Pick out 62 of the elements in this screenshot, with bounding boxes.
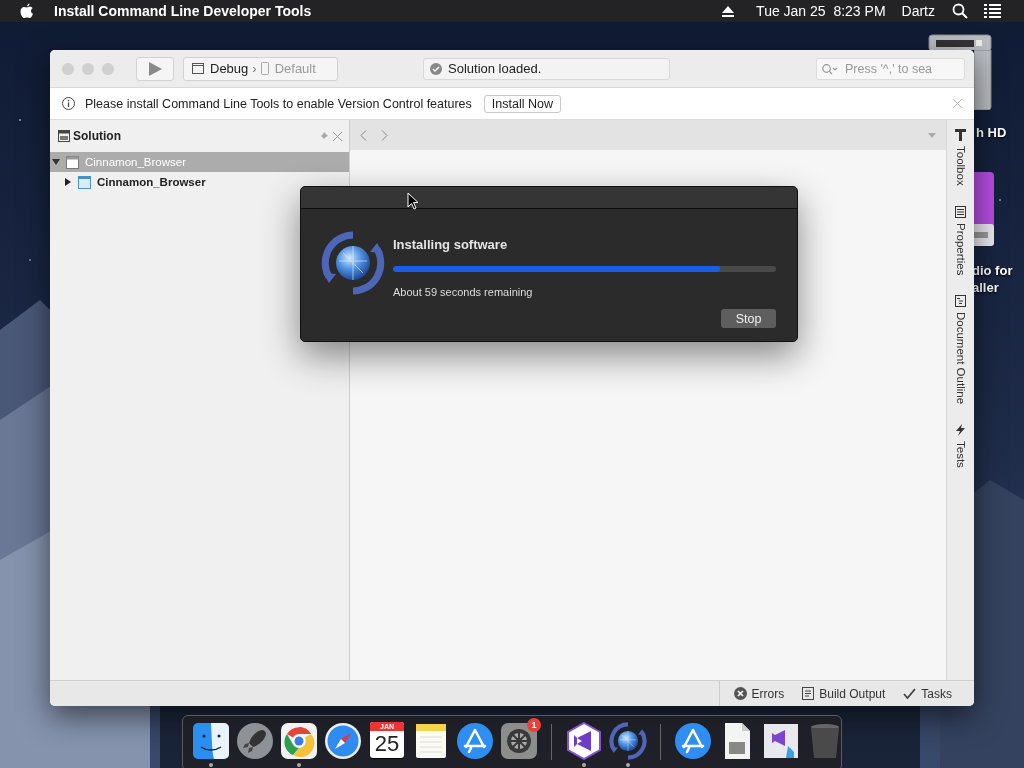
play-icon — [148, 61, 162, 76]
info-message: Please install Command Line Tools to enable Version Control features — [85, 96, 472, 111]
calendar-day: 25 — [374, 731, 400, 757]
rocket-icon[interactable] — [236, 722, 274, 760]
lightning-icon — [956, 424, 965, 437]
side-tab[interactable]: Toolbox — [954, 129, 967, 186]
search-field[interactable]: Press '^,' to sea — [816, 57, 965, 80]
app-store-icon[interactable] — [674, 722, 712, 760]
phone-icon — [260, 62, 269, 75]
outline-icon — [955, 295, 966, 308]
pad-title: Solution — [73, 129, 121, 143]
disk-edge-icon[interactable] — [974, 50, 992, 110]
search-icon[interactable] — [952, 3, 968, 19]
eject-icon[interactable] — [722, 5, 735, 17]
close-icon — [953, 99, 962, 108]
user-name[interactable]: Dartz — [901, 3, 935, 19]
dialog-title: Installing software — [393, 237, 509, 252]
document-lines-icon — [802, 687, 815, 700]
menu-clock[interactable]: Tue Jan 25 8:23 PM — [756, 3, 886, 19]
search-icon — [822, 63, 838, 75]
side-tab[interactable]: Properties — [954, 205, 967, 276]
check-circle-icon — [430, 62, 442, 75]
chevron-left-icon — [360, 129, 367, 141]
properties-icon — [955, 205, 966, 218]
chevron-right-icon — [381, 129, 388, 141]
installer-package-icon[interactable] — [762, 722, 800, 760]
expand-triangle-icon[interactable] — [52, 158, 60, 166]
desktop-icon-label[interactable]: h HD — [976, 124, 1007, 141]
checkmark-icon — [903, 688, 917, 699]
notification-badge: 1 — [527, 718, 541, 732]
collapse-triangle-icon[interactable] — [64, 178, 72, 186]
configuration-selector[interactable]: Debug — [192, 61, 249, 76]
mouse-cursor — [407, 192, 419, 210]
hexagon-app-icon[interactable] — [565, 722, 603, 760]
globe-sync-icon — [321, 231, 385, 295]
panel-icon — [58, 130, 70, 142]
solution-icon — [66, 155, 79, 169]
install-now-button[interactable]: Install Now — [483, 94, 561, 113]
drive-icon[interactable] — [974, 172, 994, 248]
info-icon — [62, 97, 75, 110]
status-text: Solution loaded. — [448, 61, 542, 76]
time-remaining-text: About 59 seconds remaining — [393, 286, 534, 298]
status-bar-tab[interactable]: Tasks — [903, 686, 952, 701]
apple-icon[interactable] — [20, 3, 34, 19]
globe-sync-icon[interactable] — [609, 722, 647, 760]
app-menu-title[interactable]: Install Command Line Developer Tools — [54, 3, 312, 19]
side-tab[interactable]: Document Outline — [954, 295, 967, 405]
status-bar-tab[interactable]: Errors — [733, 686, 785, 701]
breadcrumb-separator: › — [252, 61, 257, 76]
list-icon[interactable] — [984, 4, 1001, 18]
compass-icon[interactable] — [324, 722, 362, 760]
run-button[interactable] — [136, 56, 174, 81]
error-icon — [733, 687, 747, 700]
status-bar-tab[interactable]: Build Output — [802, 686, 886, 701]
stop-button[interactable]: Stop — [721, 309, 776, 328]
smiling-face-icon[interactable] — [192, 722, 230, 760]
project-icon — [78, 175, 91, 189]
side-tab[interactable]: Tests — [954, 424, 967, 468]
app-store-icon[interactable] — [456, 722, 494, 760]
window-icon — [192, 63, 204, 74]
gear-icon[interactable] — [500, 722, 538, 760]
color-wheel-icon[interactable] — [280, 722, 318, 760]
